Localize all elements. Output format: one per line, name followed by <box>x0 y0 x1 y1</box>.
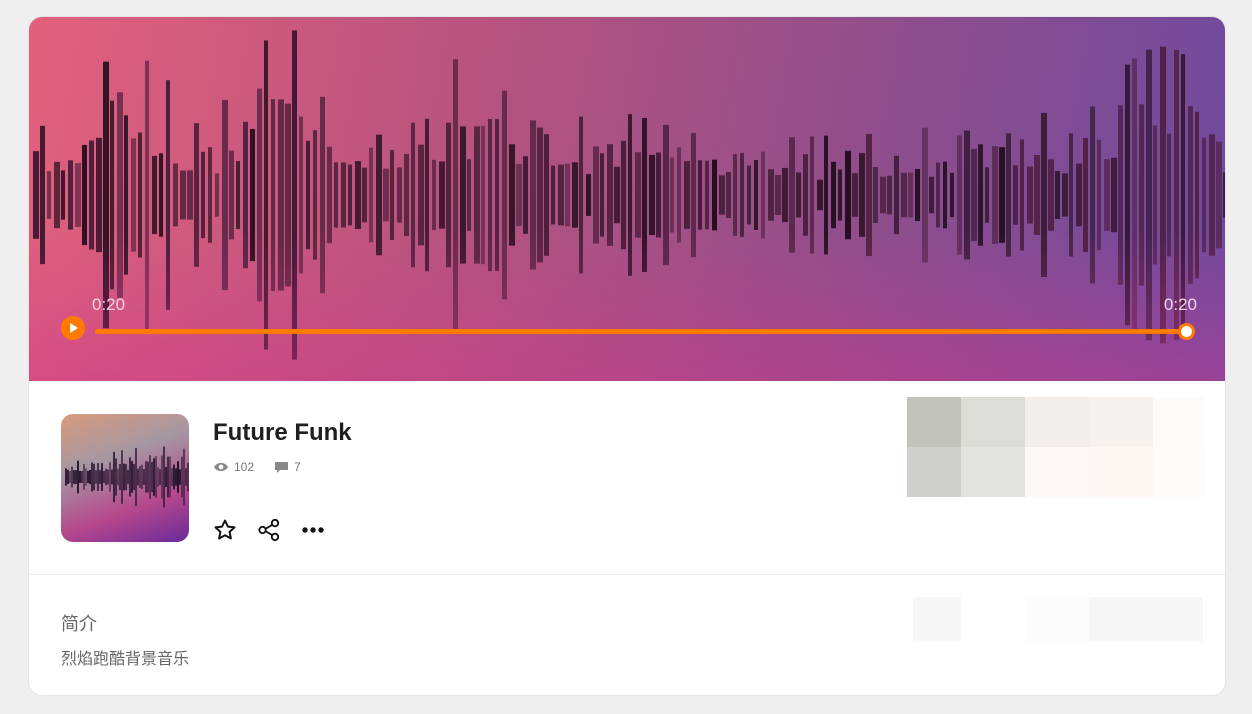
blurred-placeholder <box>913 597 1203 641</box>
intro-heading: 简介 <box>61 614 97 634</box>
more-icon <box>302 527 324 533</box>
cover-art <box>61 414 189 542</box>
track-title: Future Funk <box>213 419 352 446</box>
play-button[interactable] <box>61 316 85 340</box>
progress-handle[interactable] <box>1178 323 1195 340</box>
share-button[interactable] <box>257 517 281 543</box>
action-bar <box>213 517 345 543</box>
intro-text: 烈焰跑酷背景音乐 <box>61 651 190 668</box>
share-icon <box>258 518 280 542</box>
track-stats: 102 7 <box>213 460 321 474</box>
track-card: 0:20 0:20 Future Funk 102 7 简介 烈焰跑酷背景音乐 <box>28 16 1226 696</box>
comments-count: 7 <box>294 460 301 474</box>
current-time: 0:20 <box>92 295 126 314</box>
favorite-button[interactable] <box>213 517 237 543</box>
comments-stat: 7 <box>274 460 301 474</box>
views-count: 102 <box>234 460 255 474</box>
waveform-hero: 0:20 0:20 <box>29 17 1225 381</box>
eye-icon <box>214 462 228 472</box>
views-stat: 102 <box>213 460 254 474</box>
progress-bar[interactable] <box>95 323 1195 340</box>
star-icon <box>214 519 236 540</box>
waveform-graphic <box>33 30 1225 360</box>
section-divider <box>29 574 1225 575</box>
comment-icon <box>275 461 289 473</box>
cover-waveform-graphic <box>65 446 189 508</box>
blurred-ad-image <box>907 397 1205 497</box>
more-button[interactable] <box>301 517 325 543</box>
duration: 0:20 <box>1163 295 1197 314</box>
